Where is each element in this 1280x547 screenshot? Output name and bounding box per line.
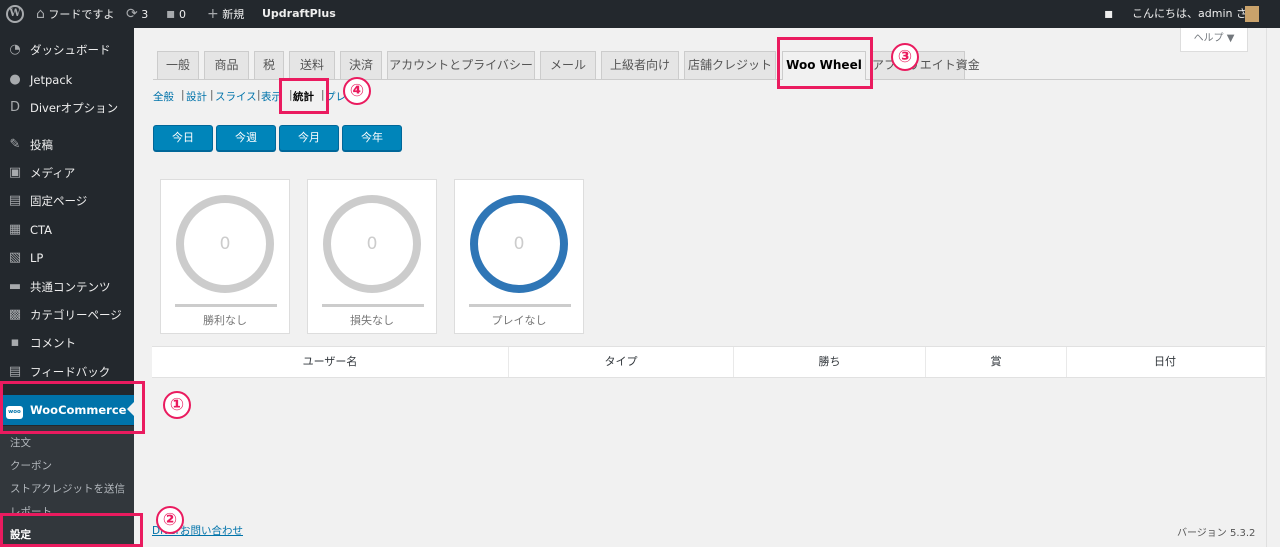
stat-value: 0 <box>513 234 525 254</box>
tab-products[interactable]: 商品 <box>204 51 249 79</box>
diver-icon: D <box>9 100 20 115</box>
page-icon: ▤ <box>8 193 22 208</box>
column-header-date[interactable]: 日付 <box>1067 347 1263 377</box>
page-scrollbar[interactable] <box>1266 28 1280 547</box>
cta-icon: ▦ <box>8 222 22 237</box>
submenu-coupons[interactable]: クーポン <box>10 458 52 473</box>
column-header-username[interactable]: ユーザー名 <box>152 347 509 377</box>
annotation-number-2: ② <box>156 506 184 534</box>
stat-value: 0 <box>219 234 231 254</box>
home-icon: ⌂ <box>36 6 45 22</box>
sidebar-item-lp[interactable]: ▧ LP <box>0 244 134 272</box>
tab-shipping[interactable]: 送料 <box>289 51 335 79</box>
updates-link[interactable]: ⟳ 3 <box>126 0 148 28</box>
stat-value: 0 <box>366 234 378 254</box>
tab-emails[interactable]: メール <box>540 51 596 79</box>
avatar[interactable] <box>1245 6 1259 22</box>
stat-card-losses: 0 損失なし <box>307 179 437 334</box>
new-content-link[interactable]: + 新規 <box>207 0 244 28</box>
sidebar-item-pages[interactable]: ▤ 固定ページ <box>0 187 134 215</box>
stat-label: 損失なし <box>350 314 394 327</box>
column-header-wins[interactable]: 勝ち <box>734 347 926 377</box>
tab-accounts-privacy[interactable]: アカウントとプライバシー <box>387 51 535 79</box>
annotation-box-settings <box>0 513 143 547</box>
comments-link[interactable]: ▪ 0 <box>166 0 186 28</box>
account-greeting[interactable]: こんにちは、admin さん <box>1132 0 1258 28</box>
site-home-link[interactable]: ⌂ フードですよ <box>36 0 114 28</box>
admin-bar: W ⌂ フードですよ ⟳ 3 ▪ 0 + 新規 UpdraftPlus ▪ こん… <box>0 0 1280 28</box>
submenu-send-store-credit[interactable]: ストアクレジットを送信 <box>10 481 125 496</box>
sidebar-item-media[interactable]: ▣ メディア <box>0 159 134 187</box>
sublink-separator: | <box>257 89 261 101</box>
tab-general[interactable]: 一般 <box>157 51 199 79</box>
sidebar-item-category-page[interactable]: ▩ カテゴリーページ <box>0 301 134 329</box>
period-week-button[interactable]: 今週 <box>216 125 276 151</box>
stat-bar <box>322 304 424 307</box>
dashboard-icon: ◔ <box>9 42 21 57</box>
notification-icon[interactable]: ▪ <box>1104 0 1114 28</box>
sublink-separator: | <box>181 89 185 101</box>
stat-bar <box>175 304 277 307</box>
period-month-button[interactable]: 今月 <box>279 125 339 151</box>
sidebar-item-common-content[interactable]: ▬ 共通コンテンツ <box>0 273 134 301</box>
comment-bubble-icon: ▪ <box>166 6 176 22</box>
stat-card-plays: 0 プレイなし <box>454 179 584 334</box>
folder-icon: ▬ <box>8 279 22 294</box>
tab-store-credit[interactable]: 店舗クレジット <box>684 51 776 79</box>
sidebar-item-cta[interactable]: ▦ CTA <box>0 216 134 244</box>
sublink-slices[interactable]: スライス <box>215 89 257 104</box>
annotation-number-3: ③ <box>891 43 919 71</box>
version-text: バージョン 5.3.2 <box>1177 528 1256 539</box>
tab-payments[interactable]: 決済 <box>340 51 382 79</box>
period-today-button[interactable]: 今日 <box>153 125 213 151</box>
results-table-header: ユーザー名 タイプ 勝ち 賞 日付 <box>152 346 1265 378</box>
tab-tax[interactable]: 税 <box>254 51 284 79</box>
grid-icon: ▩ <box>8 307 22 322</box>
stat-card-wins: 0 勝利なし <box>160 179 290 334</box>
sidebar-item-posts[interactable]: ✎ 投稿 <box>0 131 134 159</box>
stat-label: プレイなし <box>491 314 547 327</box>
stat-label: 勝利なし <box>203 314 247 327</box>
sidebar-item-jetpack[interactable]: ● Jetpack <box>0 66 134 94</box>
sublink-general[interactable]: 全般 <box>153 89 174 104</box>
comment-icon: ▪ <box>10 335 20 350</box>
sublink-design[interactable]: 設計 <box>186 89 207 104</box>
plus-icon: + <box>207 6 219 22</box>
stat-bar <box>469 304 571 307</box>
annotation-box-stats <box>279 78 329 114</box>
annotation-box-woocommerce <box>0 381 145 434</box>
updraftplus-link[interactable]: UpdraftPlus <box>262 0 336 28</box>
column-header-prize[interactable]: 賞 <box>926 347 1067 377</box>
sidebar-item-comments[interactable]: ▪ コメント <box>0 329 134 357</box>
sidebar-item-diver[interactable]: D Diverオプション <box>0 94 134 122</box>
sublink-separator: | <box>210 89 214 101</box>
help-tab-button[interactable]: ヘルプ ▼ <box>1180 28 1248 52</box>
sidebar-item-dashboard[interactable]: ◔ ダッシュボード <box>0 36 134 64</box>
column-header-type[interactable]: タイプ <box>509 347 734 377</box>
submenu-orders[interactable]: 注文 <box>10 435 31 450</box>
period-year-button[interactable]: 今年 <box>342 125 402 151</box>
lp-icon: ▧ <box>8 250 22 265</box>
wordpress-logo-icon[interactable]: W <box>6 5 24 23</box>
media-icon: ▣ <box>8 165 22 180</box>
jetpack-icon: ● <box>9 72 21 87</box>
annotation-number-4: ④ <box>343 77 371 105</box>
tab-advanced[interactable]: 上級者向け <box>601 51 679 79</box>
refresh-icon: ⟳ <box>126 6 138 22</box>
pin-icon: ✎ <box>9 137 21 152</box>
annotation-box-woo-wheel <box>777 37 873 89</box>
annotation-number-1: ① <box>163 391 191 419</box>
